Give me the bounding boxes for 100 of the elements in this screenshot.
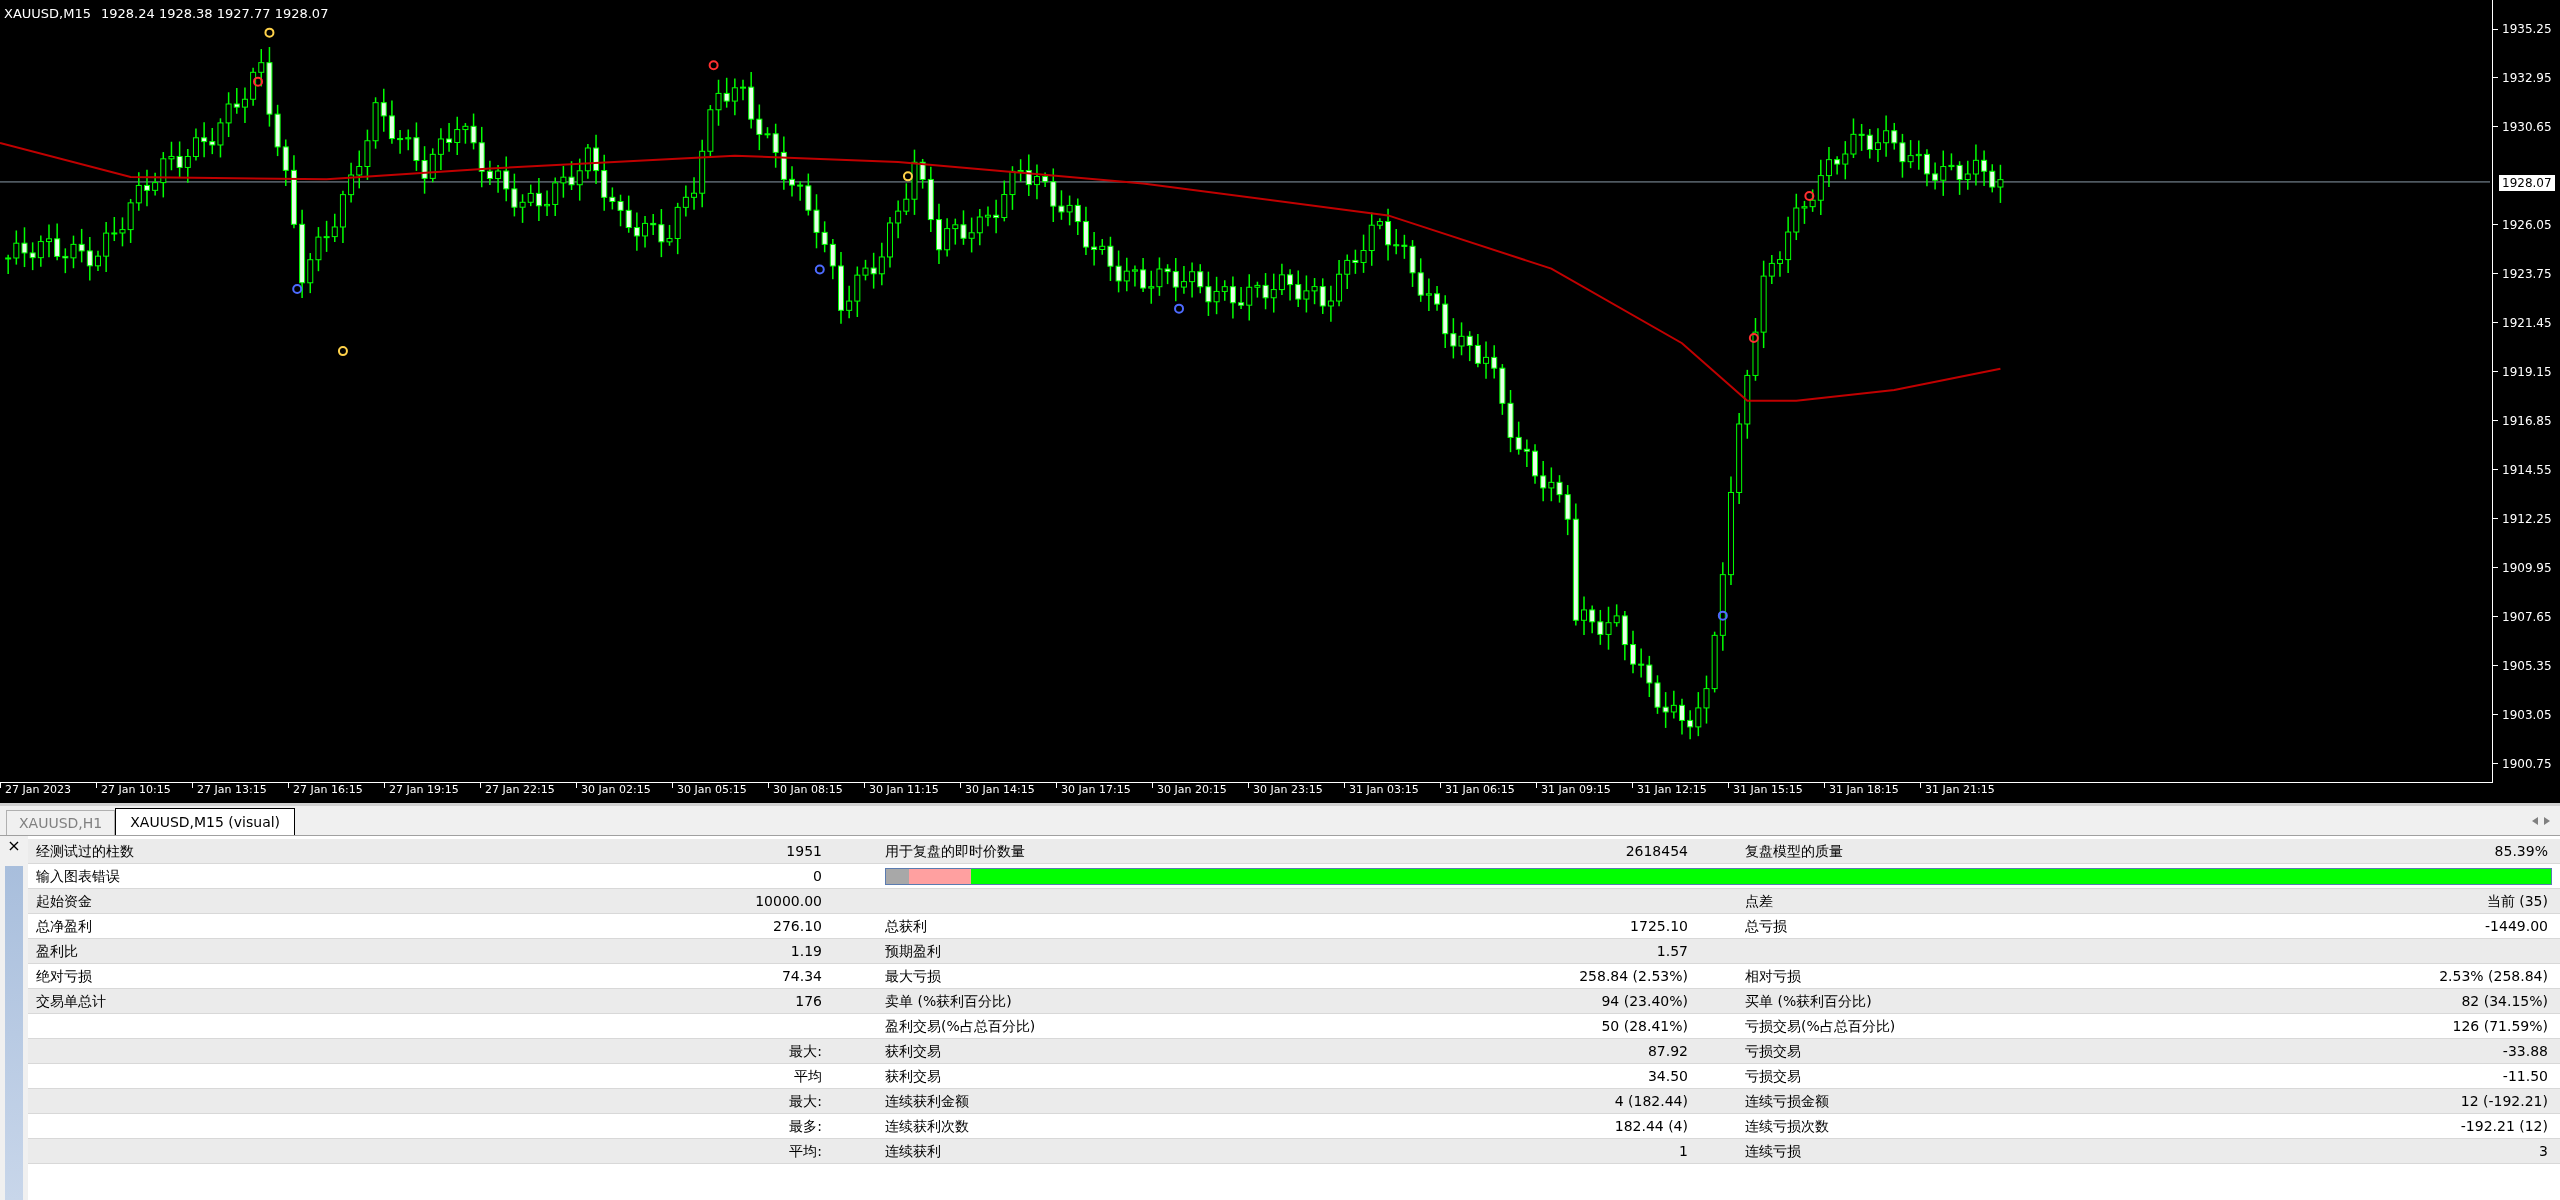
stat-label: 总获利 xyxy=(885,916,927,936)
price-axis-label: 1909.95 xyxy=(2501,559,2552,577)
current-price-label: 1928.07 xyxy=(2499,175,2555,191)
price-axis-label: 1926.05 xyxy=(2501,216,2552,234)
time-axis-label: 30 Jan 23:15 xyxy=(1252,783,1323,797)
price-axis-label: 1935.25 xyxy=(2501,21,2552,38)
stat-label: 相对亏损 xyxy=(1745,966,1801,986)
stat-value: 1 xyxy=(1679,1141,1688,1161)
stat-value: 1.57 xyxy=(1656,941,1688,961)
price-axis-label: 1932.95 xyxy=(2501,70,2552,87)
time-axis-label: 31 Jan 09:15 xyxy=(1540,783,1611,797)
stat-label: 连续获利次数 xyxy=(885,1116,969,1136)
stat-label: 连续获利 xyxy=(885,1141,941,1161)
stat-value: 82 (34.15%) xyxy=(2461,991,2548,1011)
time-axis-label: 30 Jan 14:15 xyxy=(964,783,1035,797)
stat-value: 当前 (35) xyxy=(2486,891,2548,911)
stat-value: 50 (28.41%) xyxy=(1601,1016,1688,1036)
stat-value: 34.50 xyxy=(1647,1066,1688,1086)
time-axis-label: 27 Jan 13:15 xyxy=(196,783,267,797)
price-axis-label: 1900.75 xyxy=(2501,755,2552,773)
stat-value: 276.10 xyxy=(773,916,822,936)
stat-value: 74.34 xyxy=(781,966,822,986)
stat-label: 获利交易 xyxy=(885,1066,941,1086)
time-axis-label: 30 Jan 11:15 xyxy=(868,783,939,797)
stat-label: 复盘模型的质量 xyxy=(1745,841,1843,861)
close-button[interactable]: × xyxy=(7,836,21,856)
stat-value: 87.92 xyxy=(1647,1041,1688,1061)
stat-value: 126 (71.59%) xyxy=(2452,1016,2548,1036)
time-axis-label: 31 Jan 03:15 xyxy=(1348,783,1419,797)
stat-value: 10000.00 xyxy=(755,891,822,911)
time-axis-label: 31 Jan 06:15 xyxy=(1444,783,1515,797)
price-axis-label: 1914.55 xyxy=(2501,461,2552,479)
scroll-left-icon[interactable] xyxy=(2532,817,2538,825)
stat-label: 最大亏损 xyxy=(885,966,941,986)
stat-label: 连续获利金额 xyxy=(885,1091,969,1111)
stat-value: 3 xyxy=(2539,1141,2548,1161)
time-axis-label: 30 Jan 02:15 xyxy=(580,783,651,797)
stat-label: 点差 xyxy=(1745,891,1773,911)
stat-label: 连续亏损次数 xyxy=(1745,1116,1829,1136)
stat-value: -192.21 (12) xyxy=(2460,1116,2548,1136)
stat-label: 经测试过的柱数 xyxy=(36,841,134,861)
stat-label: 连续亏损金额 xyxy=(1745,1091,1829,1111)
stat-label: 卖单 (%获利百分比) xyxy=(885,991,1012,1011)
stat-value: 最大: xyxy=(789,1041,822,1061)
stat-value: 平均 xyxy=(794,1066,822,1086)
stat-label: 预期盈利 xyxy=(885,941,941,961)
stat-value: 0 xyxy=(813,866,822,886)
stat-value: 最大: xyxy=(789,1091,822,1111)
price-axis-label: 1912.25 xyxy=(2501,510,2552,528)
price-axis-label: 1919.15 xyxy=(2501,363,2552,381)
stat-value: 平均: xyxy=(789,1141,822,1161)
stat-value: 1.19 xyxy=(790,941,822,961)
time-axis-label: 27 Jan 19:15 xyxy=(388,783,459,797)
stat-label: 获利交易 xyxy=(885,1041,941,1061)
price-axis-label: 1923.75 xyxy=(2501,265,2552,283)
stat-label: 亏损交易(%占总百分比) xyxy=(1745,1016,1896,1036)
stat-label: 总亏损 xyxy=(1745,916,1787,936)
stat-label: 连续亏损 xyxy=(1745,1141,1801,1161)
stat-value: 258.84 (2.53%) xyxy=(1579,966,1688,986)
time-axis-label: 27 Jan 22:15 xyxy=(484,783,555,797)
time-axis-label: 30 Jan 08:15 xyxy=(772,783,843,797)
stat-value: 最多: xyxy=(789,1116,822,1136)
stat-label: 交易单总计 xyxy=(36,991,106,1011)
time-axis-label: 27 Jan 2023 xyxy=(4,783,71,797)
stat-value: 182.44 (4) xyxy=(1614,1116,1688,1136)
stat-value: 176 xyxy=(795,991,822,1011)
time-axis-label: 31 Jan 18:15 xyxy=(1828,783,1899,797)
price-axis-label: 1903.05 xyxy=(2501,706,2552,724)
stat-value: 12 (-192.21) xyxy=(2460,1091,2548,1111)
time-axis-label: 30 Jan 17:15 xyxy=(1060,783,1131,797)
time-axis-label: 27 Jan 16:15 xyxy=(292,783,363,797)
chart-tab[interactable]: XAUUSD,H1 xyxy=(6,810,116,835)
stat-value: -1449.00 xyxy=(2485,916,2548,936)
time-axis-label: 31 Jan 12:15 xyxy=(1636,783,1707,797)
price-axis-label: 1921.45 xyxy=(2501,314,2552,332)
price-axis-label: 1930.65 xyxy=(2501,118,2552,136)
ohlc-values: 1928.24 1928.38 1927.77 1928.07 xyxy=(101,5,329,23)
stat-label: 用于复盘的即时价数量 xyxy=(885,841,1025,861)
stat-value: 85.39% xyxy=(2494,841,2548,861)
stat-label: 绝对亏损 xyxy=(36,966,92,986)
time-axis-label: 31 Jan 15:15 xyxy=(1732,783,1803,797)
time-axis-label: 31 Jan 21:15 xyxy=(1924,783,1995,797)
stat-value: 1951 xyxy=(786,841,822,861)
stat-label: 盈利比 xyxy=(36,941,78,961)
stat-value: 1725.10 xyxy=(1630,916,1688,936)
stat-label: 亏损交易 xyxy=(1745,1066,1801,1086)
time-axis-label: 27 Jan 10:15 xyxy=(100,783,171,797)
price-axis-label: 1907.65 xyxy=(2501,608,2552,626)
stat-value: 2.53% (258.84) xyxy=(2439,966,2548,986)
time-axis-label: 30 Jan 05:15 xyxy=(676,783,747,797)
chart-symbol: XAUUSD,M15 xyxy=(4,5,91,23)
stat-label: 总净盈利 xyxy=(36,916,92,936)
stat-label: 盈利交易(%占总百分比) xyxy=(885,1016,1036,1036)
chart-tab[interactable]: XAUUSD,M15 (visual) xyxy=(115,808,296,835)
panel-handle[interactable] xyxy=(5,866,23,1200)
scroll-right-icon[interactable] xyxy=(2544,817,2550,825)
stat-label: 亏损交易 xyxy=(1745,1041,1801,1061)
stat-label: 输入图表错误 xyxy=(36,866,120,886)
stat-value: -33.88 xyxy=(2502,1041,2548,1061)
time-axis-label: 30 Jan 20:15 xyxy=(1156,783,1227,797)
